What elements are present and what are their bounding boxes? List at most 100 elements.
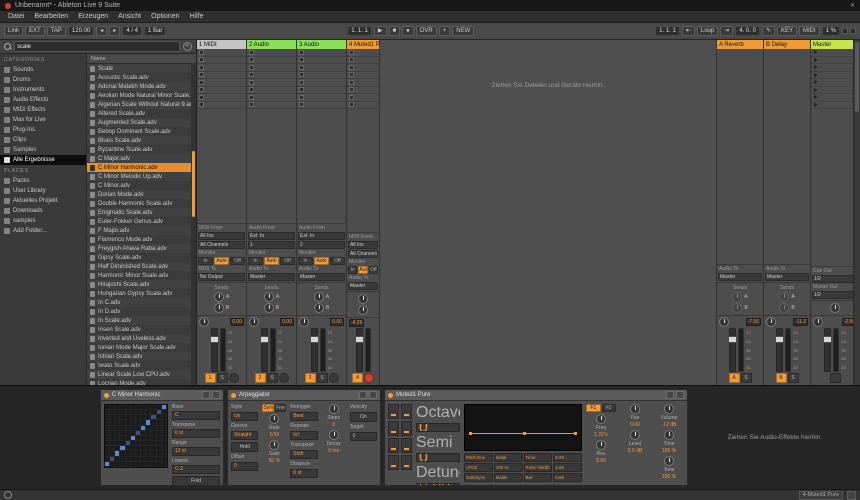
clip-slot[interactable]	[247, 87, 296, 94]
style-chooser[interactable]: Up	[231, 412, 259, 421]
level-value[interactable]: 0.0 dB	[628, 448, 642, 454]
volume-display[interactable]: -4.26	[349, 319, 365, 327]
time-signature-field[interactable]: 4 / 4	[122, 25, 142, 37]
clip-slot[interactable]	[197, 64, 246, 72]
clip-slot[interactable]	[297, 64, 346, 72]
send-a-knob[interactable]	[213, 292, 224, 302]
draw-mode-button[interactable]: ✎	[761, 25, 775, 37]
scene-slot[interactable]: 8	[811, 102, 859, 109]
scene-slot[interactable]: 6	[811, 87, 859, 94]
global-tone-knob[interactable]	[664, 456, 674, 466]
module-tile[interactable]	[401, 438, 412, 453]
overdub-button[interactable]: OVR	[415, 25, 437, 37]
cue-out-chooser[interactable]: 1/2	[812, 275, 858, 283]
scene-slot[interactable]: 2	[811, 57, 859, 64]
clip-slot[interactable]	[297, 87, 346, 94]
file-item[interactable]: Blues Scale.adv	[87, 136, 196, 145]
file-item[interactable]: Gipsy Scale.adv	[87, 253, 196, 262]
oscillator-param-box[interactable]: Mode	[493, 473, 523, 482]
module-tile[interactable]	[401, 455, 412, 470]
filter-res-knob[interactable]	[596, 440, 606, 450]
file-item[interactable]: Bebop Dominant Scale.adv	[87, 127, 196, 136]
session-scrollbar-handle[interactable]	[855, 42, 859, 112]
clip-slot[interactable]	[297, 49, 346, 57]
module-tile[interactable]	[388, 455, 399, 470]
clip-slot[interactable]	[347, 102, 379, 109]
scene-slot[interactable]: 7	[811, 94, 859, 102]
scene-launch-icon[interactable]	[814, 50, 818, 55]
automation-arm-button[interactable]: +	[438, 25, 451, 37]
input-type-chooser[interactable]: All Ins	[198, 232, 245, 240]
file-item[interactable]: Harmonic Minor Scale.adv	[87, 271, 196, 280]
place-item[interactable]: Add Folder...	[0, 226, 86, 236]
decay-value[interactable]: 0 ms	[328, 448, 339, 454]
save-preset-icon[interactable]	[212, 391, 220, 399]
volume-display[interactable]: 0.00	[330, 318, 344, 326]
monitor-auto-button[interactable]: Auto	[214, 257, 229, 265]
arm-button[interactable]	[364, 373, 374, 383]
input-channel-chooser[interactable]: All Channels	[348, 250, 378, 258]
track-header[interactable]: 4 Muted1 Pu	[347, 40, 379, 49]
envelope-display[interactable]	[464, 404, 582, 451]
volume-display[interactable]: 0.00	[280, 318, 294, 326]
pan-knob[interactable]	[766, 317, 776, 327]
scene-launch-icon[interactable]	[814, 65, 818, 70]
file-item[interactable]: Byzantine Scale.adv	[87, 145, 196, 154]
oscillator-param-box[interactable]: Sub/Sync	[464, 473, 493, 482]
global-time-knob[interactable]	[664, 430, 674, 440]
scene-launch-icon[interactable]	[814, 95, 818, 100]
clip-slot[interactable]	[347, 94, 379, 102]
file-item[interactable]: Istrian Scale.adv	[87, 352, 196, 361]
pan-knob[interactable]	[719, 317, 729, 327]
monitor-off-button[interactable]: Off	[368, 266, 378, 274]
scale-grid[interactable]	[104, 404, 168, 468]
volume-fader[interactable]	[209, 328, 219, 372]
send-a-knob[interactable]	[313, 292, 324, 302]
volume-display[interactable]: -7.56	[745, 318, 761, 326]
send-a-knob[interactable]	[358, 294, 368, 304]
pan-value[interactable]: 0.00	[630, 422, 640, 428]
tone-value[interactable]: 100 %	[662, 474, 676, 480]
volume-fader[interactable]	[728, 328, 738, 372]
output-type-chooser[interactable]: Master	[248, 273, 295, 281]
semi-value[interactable]: 0	[416, 453, 460, 462]
repeats-value[interactable]: Inf	[290, 431, 318, 440]
punch-out-button[interactable]: ⇥	[720, 25, 734, 37]
new-button[interactable]: NEW	[452, 25, 475, 37]
rate-value[interactable]: 1/16	[269, 432, 279, 438]
track-header[interactable]: 2 Audio	[247, 40, 296, 49]
oscillator-param-box[interactable]: Initial	[493, 453, 523, 462]
amp-level-knob[interactable]	[630, 430, 640, 440]
clip-slot[interactable]	[297, 94, 346, 102]
menu-item[interactable]: Optionen	[146, 13, 184, 20]
send-a-knob[interactable]	[263, 292, 274, 302]
file-item[interactable]: Algerian Scale Without Natural 9.adv	[87, 100, 196, 109]
clip-slot[interactable]	[297, 72, 346, 79]
preview-headphone-button[interactable]	[829, 373, 841, 383]
file-item[interactable]: Augmented Scale.adv	[87, 118, 196, 127]
volume-display[interactable]: -11.2	[792, 318, 808, 326]
tempo-field[interactable]: 120.00	[67, 25, 95, 37]
input-channel-chooser[interactable]: 1	[248, 241, 295, 249]
category-item[interactable]: Sounds	[0, 65, 86, 75]
clip-slot[interactable]	[347, 49, 379, 57]
arm-button[interactable]	[328, 373, 339, 383]
oscillator-param-box[interactable]: Time	[523, 453, 553, 462]
solo-button[interactable]: S	[266, 373, 278, 383]
place-item[interactable]: User Library	[0, 186, 86, 196]
file-item[interactable]: Hirajoshi Scale.adv	[87, 280, 196, 289]
file-item[interactable]: Linear Scale Low CPU.adv	[87, 370, 196, 379]
category-item[interactable]: MIDI Effects	[0, 105, 86, 115]
browser-scrollbar[interactable]	[191, 63, 196, 385]
category-item[interactable]: Max for Live	[0, 115, 86, 125]
solo-button[interactable]: S	[216, 373, 228, 383]
device-title-bar[interactable]: Muted1 Pure	[385, 390, 687, 401]
audio-effect-drop-area[interactable]: Ziehen Sie Audio-Effekte hierhin	[691, 389, 857, 486]
clip-slot[interactable]	[347, 79, 379, 87]
menu-item[interactable]: Hilfe	[185, 13, 209, 20]
scene-slot[interactable]: 1	[811, 49, 859, 57]
velocity-on-button[interactable]: On	[349, 412, 378, 422]
file-item[interactable]: Enigmatic Scale.adv	[87, 208, 196, 217]
clip-slot[interactable]	[247, 64, 296, 72]
category-item[interactable]: Plug-Ins	[0, 125, 86, 135]
